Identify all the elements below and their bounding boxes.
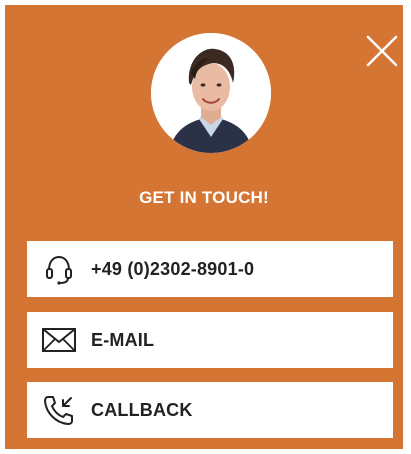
contact-panel: GET IN TOUCH! +49 (0)2302-8901-0 E-MAIL xyxy=(5,5,403,449)
callback-button[interactable]: CALLBACK xyxy=(27,382,393,438)
avatar xyxy=(151,33,271,153)
email-label: E-MAIL xyxy=(91,329,155,350)
panel-title: GET IN TOUCH! xyxy=(139,188,269,207)
headset-icon xyxy=(41,251,77,287)
phone-button[interactable]: +49 (0)2302-8901-0 xyxy=(27,241,393,297)
email-button[interactable]: E-MAIL xyxy=(27,312,393,368)
callback-label: CALLBACK xyxy=(91,399,193,420)
contact-person-photo xyxy=(151,33,271,153)
phone-callback-icon xyxy=(41,392,77,428)
close-button[interactable] xyxy=(362,31,402,71)
phone-number-label: +49 (0)2302-8901-0 xyxy=(91,258,255,279)
close-icon xyxy=(366,35,398,67)
envelope-icon xyxy=(41,322,77,358)
